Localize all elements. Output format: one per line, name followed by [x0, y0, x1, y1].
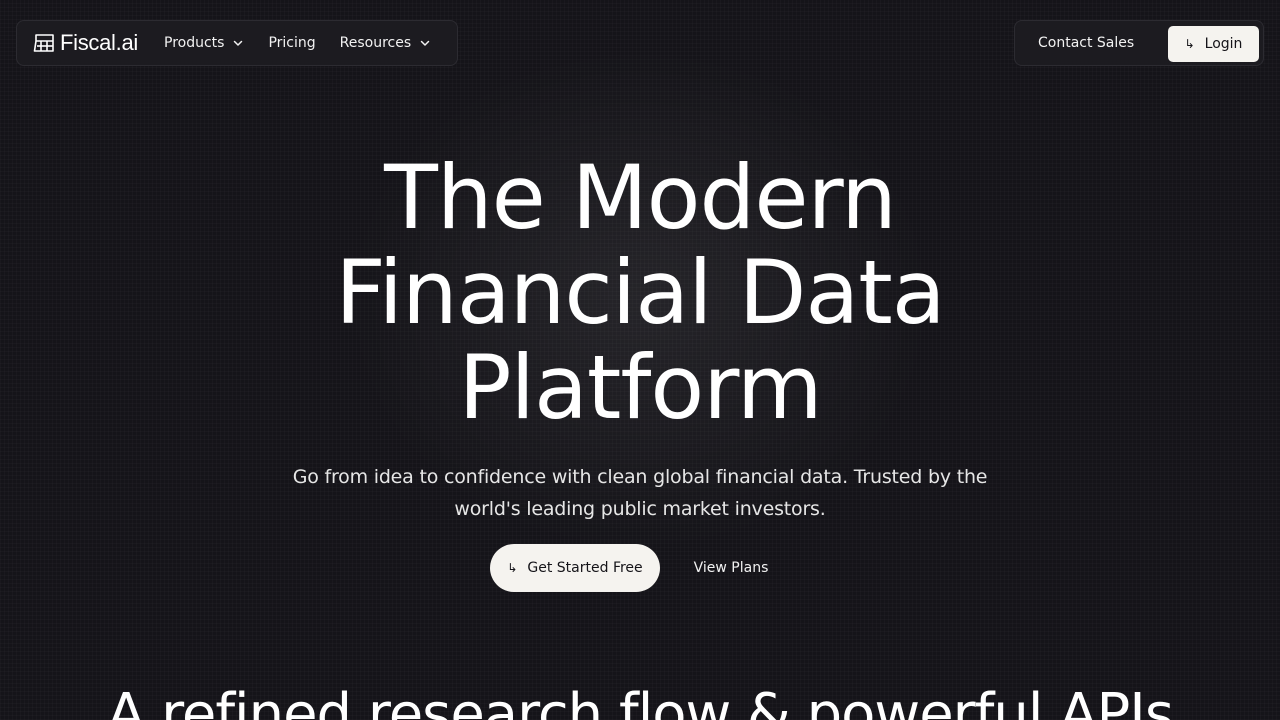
- nav-item-label: Pricing: [268, 35, 316, 51]
- logo-link[interactable]: Fiscal.ai: [33, 30, 138, 56]
- hero-subtitle-line: Go from idea to confidence with clean gl…: [292, 466, 988, 488]
- arrow-return-icon: ↳: [1184, 37, 1195, 51]
- hero-title-line: Financial Data: [335, 241, 945, 344]
- contact-sales-button[interactable]: Contact Sales: [1038, 35, 1134, 51]
- chevron-down-icon: [234, 40, 243, 46]
- nav-item-label: Products: [164, 35, 225, 51]
- arrow-return-icon: ↳: [507, 561, 518, 575]
- hero-title: The Modern Financial Data Platform: [240, 150, 1040, 435]
- hero-title-line: Platform: [458, 336, 822, 439]
- logo-text: Fiscal.ai: [60, 30, 138, 55]
- section-heading: A refined research flow & powerful APIs: [106, 682, 1174, 720]
- view-plans-button[interactable]: View Plans: [672, 544, 790, 592]
- login-label: Login: [1204, 36, 1243, 52]
- get-started-button[interactable]: ↳ Get Started Free: [490, 544, 660, 592]
- chevron-down-icon: [420, 40, 430, 46]
- account-nav: Contact Sales ↳ Login: [1014, 20, 1264, 66]
- hero-subtitle-line: world's leading public market investors.: [454, 498, 826, 520]
- page: Fiscal.ai Products Pricing Resources Con…: [0, 0, 1280, 720]
- nav-item-resources[interactable]: Resources: [328, 26, 444, 60]
- fiscal-logo-icon: [33, 34, 54, 52]
- nav-item-pricing[interactable]: Pricing: [256, 26, 327, 60]
- get-started-label: Get Started Free: [527, 560, 643, 576]
- nav-item-products[interactable]: Products: [152, 26, 256, 60]
- hero-subtitle: Go from idea to confidence with clean gl…: [280, 461, 1000, 525]
- hero-title-line: The Modern: [384, 146, 897, 249]
- main-nav: Fiscal.ai Products Pricing Resources: [16, 20, 458, 66]
- login-button[interactable]: ↳ Login: [1168, 26, 1259, 62]
- nav-item-label: Resources: [339, 35, 412, 51]
- view-plans-label: View Plans: [693, 560, 769, 576]
